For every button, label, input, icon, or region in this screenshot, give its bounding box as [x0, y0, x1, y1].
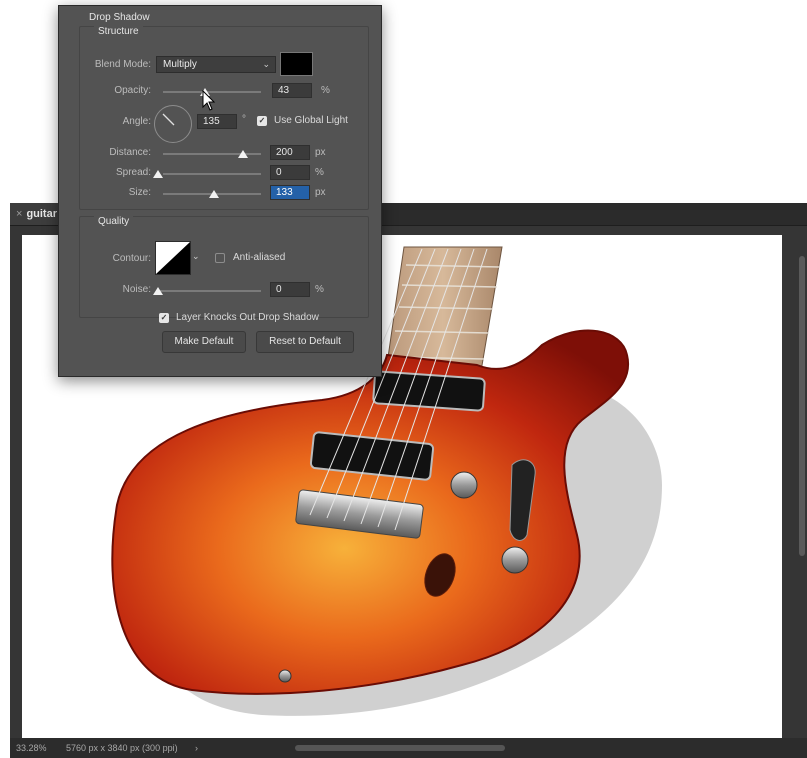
- spread-unit: %: [315, 167, 324, 178]
- anti-aliased-checkbox[interactable]: [215, 253, 225, 263]
- layer-knocks-out-label: Layer Knocks Out Drop Shadow: [176, 312, 319, 323]
- volume-knob: [450, 471, 478, 499]
- distance-label: Distance:: [109, 147, 151, 158]
- angle-field[interactable]: 135: [197, 114, 237, 129]
- size-label: Size:: [128, 187, 151, 198]
- noise-unit: %: [315, 284, 324, 295]
- spread-slider[interactable]: [163, 173, 261, 175]
- angle-needle-icon: [162, 113, 175, 126]
- shadow-color-swatch[interactable]: [280, 52, 313, 76]
- checkmark-icon: ✓: [258, 116, 266, 125]
- document-info: 5760 px x 3840 px (300 ppi): [66, 743, 178, 753]
- layer-knocks-out-checkbox[interactable]: ✓: [159, 313, 169, 323]
- status-menu-arrow[interactable]: ›: [195, 738, 198, 758]
- quality-group: Quality: [79, 216, 369, 318]
- opacity-unit: %: [321, 85, 330, 96]
- opacity-field[interactable]: 43: [272, 83, 312, 98]
- angle-label: Angle:: [122, 116, 151, 127]
- size-field[interactable]: 133: [270, 185, 310, 200]
- pointer-cursor-icon: [202, 90, 216, 111]
- neck-pickup: [372, 370, 486, 412]
- size-slider-thumb[interactable]: [209, 190, 219, 198]
- status-bar: 33.28% 5760 px x 3840 px (300 ppi) ›: [10, 738, 807, 758]
- size-unit: px: [315, 187, 326, 198]
- section-title: Drop Shadow: [89, 12, 150, 23]
- make-default-button[interactable]: Make Default: [162, 331, 246, 353]
- blend-mode-value: Multiply: [163, 59, 197, 70]
- reset-to-default-button[interactable]: Reset to Default: [256, 331, 354, 353]
- opacity-label: Opacity:: [114, 85, 151, 96]
- use-global-light-label: Use Global Light: [274, 115, 348, 126]
- noise-slider-thumb[interactable]: [153, 287, 163, 295]
- contour-picker[interactable]: [155, 241, 191, 275]
- linear-contour-icon: [156, 242, 190, 274]
- quality-label: Quality: [94, 216, 134, 227]
- chevron-down-icon: ⌄: [262, 59, 270, 69]
- checkmark-icon: ✓: [160, 313, 168, 322]
- blend-mode-label: Blend Mode:: [94, 59, 151, 70]
- strap-button: [278, 669, 292, 683]
- spread-label: Spread:: [115, 167, 151, 178]
- blend-mode-select[interactable]: Multiply ⌄: [156, 56, 276, 73]
- noise-slider[interactable]: [157, 290, 261, 292]
- drop-shadow-panel: Drop Shadow Structure Blend Mode: Multip…: [58, 5, 382, 377]
- spread-slider-thumb[interactable]: [153, 170, 163, 178]
- contour-label: Contour:: [112, 253, 151, 264]
- noise-field[interactable]: 0: [270, 282, 310, 297]
- distance-slider-thumb[interactable]: [238, 150, 248, 158]
- use-global-light-checkbox[interactable]: ✓: [257, 116, 267, 126]
- anti-aliased-label: Anti-aliased: [233, 252, 286, 263]
- angle-unit: °: [242, 114, 246, 125]
- tone-knob: [501, 546, 529, 574]
- chevron-down-icon[interactable]: ⌄: [192, 251, 200, 262]
- distance-field[interactable]: 200: [270, 145, 310, 160]
- spread-field[interactable]: 0: [270, 165, 310, 180]
- zoom-level[interactable]: 33.28%: [16, 738, 47, 758]
- distance-unit: px: [315, 147, 326, 158]
- structure-label: Structure: [94, 26, 143, 37]
- horizontal-scrollbar[interactable]: [295, 745, 505, 751]
- noise-label: Noise:: [122, 284, 151, 295]
- document-tab-title: guitar: [26, 208, 57, 220]
- vertical-scrollbar[interactable]: [799, 256, 805, 556]
- angle-dial[interactable]: [154, 105, 192, 143]
- close-icon[interactable]: ×: [16, 208, 22, 220]
